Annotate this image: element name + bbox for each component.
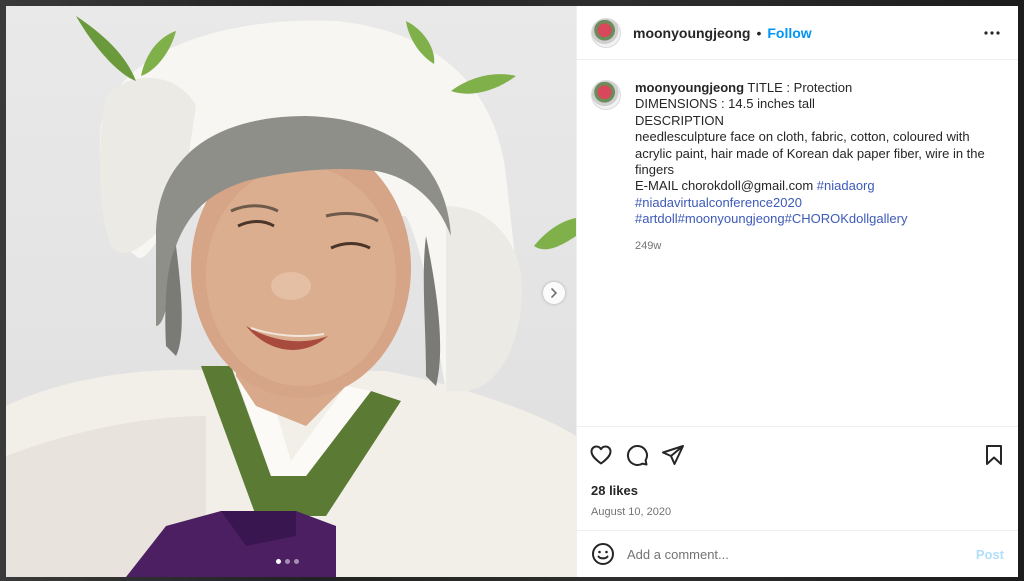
carousel-dot-1: [276, 559, 281, 564]
caption-title: TITLE : Protection: [744, 80, 853, 95]
post-modal: moonyoungjeong • Follow moonyoungjeong T…: [6, 6, 1018, 577]
next-slide-button[interactable]: [543, 282, 565, 304]
post-actions: [577, 426, 1018, 482]
follow-button[interactable]: Follow: [767, 25, 811, 41]
caption-age[interactable]: 249w: [635, 238, 1004, 254]
caption-avatar[interactable]: [591, 80, 621, 110]
more-options-button[interactable]: [980, 21, 1004, 45]
post-date: August 10, 2020: [591, 506, 672, 518]
carousel-dot-2: [285, 559, 290, 564]
comments-section: moonyoungjeong TITLE : Protection DIMENS…: [577, 60, 1018, 426]
bookmark-icon[interactable]: [982, 443, 1006, 467]
post-info-panel: moonyoungjeong • Follow moonyoungjeong T…: [576, 6, 1018, 577]
chevron-right-icon: [551, 288, 558, 298]
comment-input[interactable]: [627, 546, 976, 562]
caption-username[interactable]: moonyoungjeong: [635, 80, 744, 95]
more-horizontal-icon: [984, 30, 1000, 35]
hashtag-link[interactable]: #moonyoungjeong: [678, 211, 785, 226]
post-caption: moonyoungjeong TITLE : Protection DIMENS…: [635, 80, 1004, 426]
hashtag-link[interactable]: #niadavirtualconference2020: [635, 195, 802, 210]
hashtag-link[interactable]: #niadaorg: [817, 178, 875, 193]
post-comment-button[interactable]: Post: [976, 547, 1004, 562]
caption-dimensions: DIMENSIONS : 14.5 inches tall: [635, 96, 815, 112]
author-username[interactable]: moonyoungjeong: [633, 25, 750, 41]
carousel-dot-3: [294, 559, 299, 564]
post-media[interactable]: [6, 6, 576, 577]
caption-description: needlesculpture face on cloth, fabric, c…: [635, 129, 985, 178]
comment-icon[interactable]: [625, 443, 649, 467]
avatar[interactable]: [591, 17, 621, 48]
like-count[interactable]: 28 likes: [577, 482, 1018, 500]
heart-icon[interactable]: [589, 443, 613, 467]
hashtag-link[interactable]: #CHOROKdollgallery: [785, 211, 908, 226]
caption-description-heading: DESCRIPTION: [635, 112, 724, 128]
add-comment-bar: Post: [577, 530, 1018, 577]
caption-email: E-MAIL chorokdoll@gmail.com: [635, 178, 817, 194]
doll-photo: [6, 16, 576, 577]
send-icon[interactable]: [661, 443, 685, 467]
post-header: moonyoungjeong • Follow: [577, 6, 1018, 60]
carousel-indicator: [276, 559, 299, 564]
emoji-icon[interactable]: [591, 542, 615, 566]
hashtag-link[interactable]: #artdoll: [635, 211, 678, 226]
header-separator: •: [756, 24, 762, 41]
